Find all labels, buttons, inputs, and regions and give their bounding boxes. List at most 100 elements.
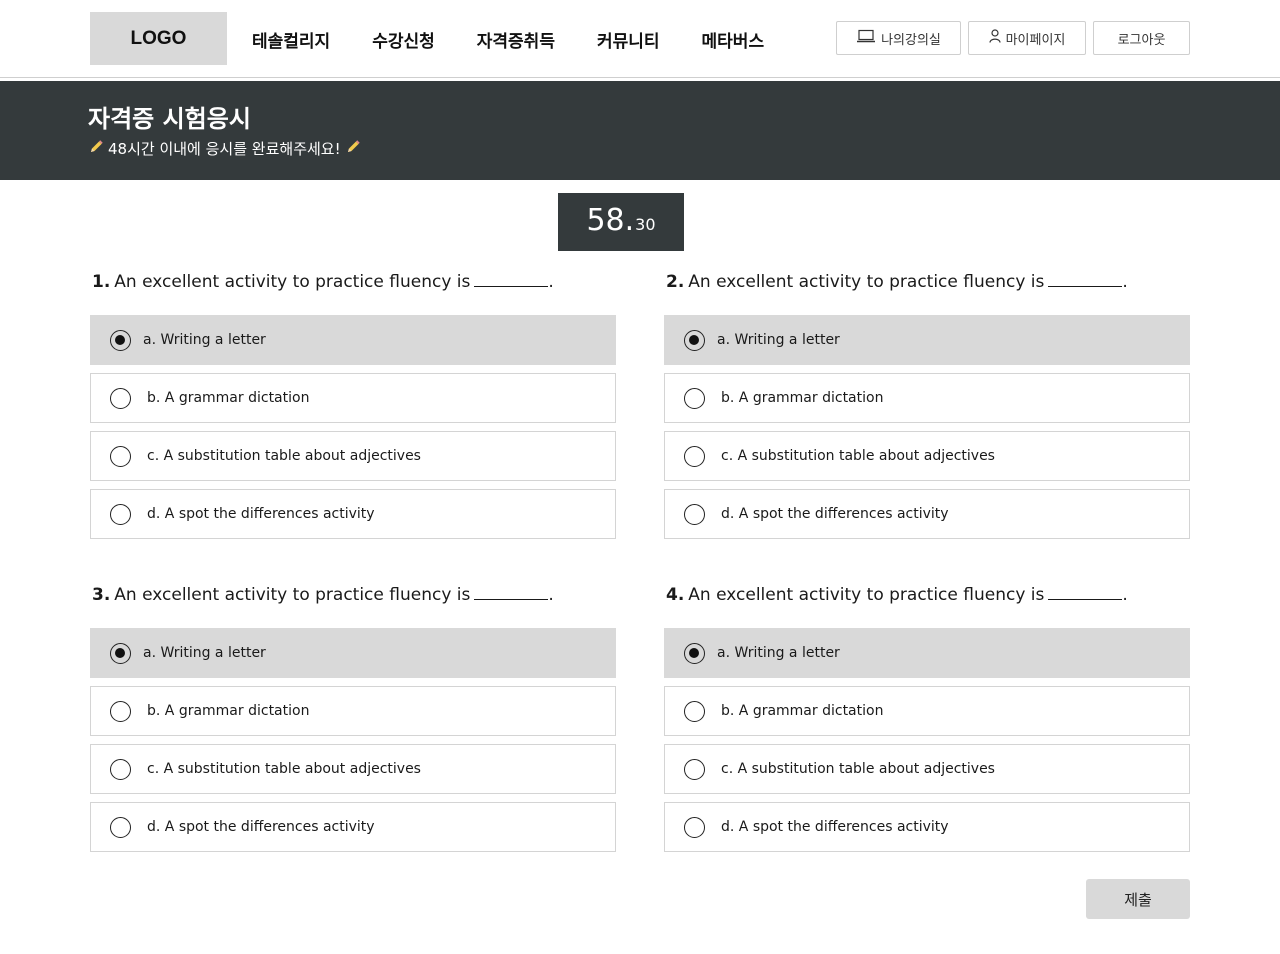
my-classroom-button[interactable]: 나의강의실	[836, 21, 961, 55]
question-number: 1.	[92, 272, 111, 292]
nav-item-metaverse[interactable]: 메타버스	[702, 27, 765, 52]
main-nav: 테솔컬리지 수강신청 자격증취득 커뮤니티 메타버스	[252, 0, 806, 78]
my-classroom-label: 나의강의실	[881, 32, 941, 48]
radio-unselected[interactable]	[684, 445, 705, 467]
answer-blank	[474, 286, 549, 287]
option-b[interactable]: b. A grammar dictation	[664, 686, 1190, 736]
question-text: 1. An excellent activity to practice flue…	[90, 272, 616, 300]
option-c[interactable]: c. A substitution table about adjectives	[90, 744, 616, 794]
option-label: b. A grammar dictation	[147, 390, 310, 406]
logout-label: 로그아웃	[1117, 32, 1166, 48]
user-icon	[988, 29, 1006, 47]
question-3: 3. An excellent activity to practice flue…	[90, 585, 616, 860]
page-banner: 자격증 시험응시 48시간 이내에 응시를 완료해주세요!	[0, 81, 1280, 180]
option-d[interactable]: d. A spot the differences activity	[664, 489, 1190, 539]
answer-blank	[1048, 286, 1123, 287]
my-page-button[interactable]: 마이페이지	[968, 21, 1086, 55]
option-list: a. Writing a letter b. A grammar dictati…	[664, 628, 1190, 852]
countdown-timer: 58. 30	[558, 193, 684, 251]
question-body: An excellent activity to practice fluenc…	[114, 585, 471, 605]
radio-unselected[interactable]	[684, 387, 705, 409]
page-subtitle: 48시간 이내에 응시를 완료해주세요!	[88, 138, 365, 159]
radio-selected[interactable]	[110, 329, 131, 351]
submit-button[interactable]: 제출	[1086, 879, 1190, 919]
option-label: b. A grammar dictation	[721, 703, 884, 719]
answer-blank	[1048, 599, 1123, 600]
laptop-icon	[856, 29, 881, 47]
question-number: 3.	[92, 585, 111, 605]
option-a[interactable]: a. Writing a letter	[664, 628, 1190, 678]
radio-unselected[interactable]	[684, 816, 705, 838]
radio-unselected[interactable]	[110, 445, 131, 467]
option-list: a. Writing a letter b. A grammar dictati…	[664, 315, 1190, 539]
option-label: a. Writing a letter	[717, 332, 840, 348]
logout-button[interactable]: 로그아웃	[1093, 21, 1190, 55]
nav-item-enrollment[interactable]: 수강신청	[372, 27, 435, 52]
option-list: a. Writing a letter b. A grammar dictati…	[90, 628, 616, 852]
option-b[interactable]: b. A grammar dictation	[90, 686, 616, 736]
answer-blank	[474, 599, 549, 600]
radio-unselected[interactable]	[684, 503, 705, 525]
subtitle-text: 48시간 이내에 응시를 완료해주세요!	[108, 140, 341, 158]
question-text: 4. An excellent activity to practice flue…	[664, 585, 1190, 613]
question-end: .	[1122, 272, 1128, 292]
option-label: a. Writing a letter	[143, 645, 266, 661]
my-page-label: 마이페이지	[1005, 32, 1066, 48]
question-end: .	[548, 272, 554, 292]
pencil-icon	[88, 139, 104, 159]
radio-unselected[interactable]	[110, 503, 131, 525]
radio-unselected[interactable]	[110, 387, 131, 409]
option-label: d. A spot the differences activity	[147, 819, 375, 835]
option-a[interactable]: a. Writing a letter	[664, 315, 1190, 365]
question-2: 2. An excellent activity to practice flue…	[664, 272, 1190, 547]
nav-item-tesol-college[interactable]: 테솔컬리지	[252, 27, 330, 52]
option-label: a. Writing a letter	[717, 645, 840, 661]
question-text: 2. An excellent activity to practice flue…	[664, 272, 1190, 300]
option-a[interactable]: a. Writing a letter	[90, 315, 616, 365]
option-label: a. Writing a letter	[143, 332, 266, 348]
timer-fraction: 30	[635, 215, 656, 234]
question-end: .	[1122, 585, 1128, 605]
option-label: c. A substitution table about adjectives	[721, 448, 995, 464]
nav-item-certification[interactable]: 자격증취득	[477, 27, 555, 52]
option-label: c. A substitution table about adjectives	[721, 761, 995, 777]
question-number: 2.	[666, 272, 685, 292]
question-number: 4.	[666, 585, 685, 605]
option-label: d. A spot the differences activity	[721, 819, 949, 835]
radio-selected[interactable]	[684, 642, 705, 664]
question-text: 3. An excellent activity to practice flue…	[90, 585, 616, 613]
question-body: An excellent activity to practice fluenc…	[688, 272, 1045, 292]
option-c[interactable]: c. A substitution table about adjectives	[664, 744, 1190, 794]
question-end: .	[548, 585, 554, 605]
option-b[interactable]: b. A grammar dictation	[90, 373, 616, 423]
timer-main: 58.	[586, 203, 635, 238]
radio-unselected[interactable]	[684, 758, 705, 780]
radio-unselected[interactable]	[684, 700, 705, 722]
radio-selected[interactable]	[110, 642, 131, 664]
option-label: c. A substitution table about adjectives	[147, 448, 421, 464]
question-body: An excellent activity to practice fluenc…	[688, 585, 1045, 605]
option-a[interactable]: a. Writing a letter	[90, 628, 616, 678]
page-title: 자격증 시험응시	[88, 105, 251, 133]
question-4: 4. An excellent activity to practice flue…	[664, 585, 1190, 860]
option-label: b. A grammar dictation	[721, 390, 884, 406]
site-header: LOGO 테솔컬리지 수강신청 자격증취득 커뮤니티 메타버스 나의강의실 마이…	[0, 0, 1280, 78]
option-d[interactable]: d. A spot the differences activity	[90, 489, 616, 539]
pencil-icon	[345, 139, 361, 159]
logo[interactable]: LOGO	[90, 12, 227, 65]
option-d[interactable]: d. A spot the differences activity	[90, 802, 616, 852]
question-body: An excellent activity to practice fluenc…	[114, 272, 471, 292]
nav-item-community[interactable]: 커뮤니티	[597, 27, 660, 52]
option-c[interactable]: c. A substitution table about adjectives	[90, 431, 616, 481]
radio-unselected[interactable]	[110, 700, 131, 722]
radio-selected[interactable]	[684, 329, 705, 351]
header-buttons: 나의강의실 마이페이지 로그아웃	[836, 21, 1190, 55]
option-d[interactable]: d. A spot the differences activity	[664, 802, 1190, 852]
option-c[interactable]: c. A substitution table about adjectives	[664, 431, 1190, 481]
option-b[interactable]: b. A grammar dictation	[664, 373, 1190, 423]
question-1: 1. An excellent activity to practice flue…	[90, 272, 616, 547]
radio-unselected[interactable]	[110, 816, 131, 838]
radio-unselected[interactable]	[110, 758, 131, 780]
option-label: b. A grammar dictation	[147, 703, 310, 719]
option-label: c. A substitution table about adjectives	[147, 761, 421, 777]
